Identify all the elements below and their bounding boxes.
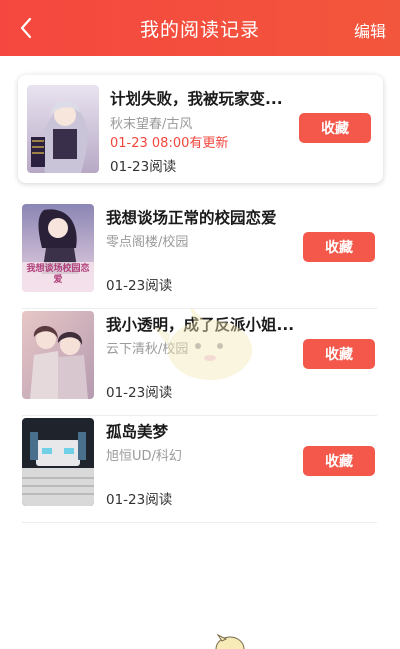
top-bar: 我的阅读记录 编辑 <box>0 0 400 56</box>
book-cover[interactable]: 我想谈场校园恋爱 <box>22 204 94 292</box>
mascot-icon <box>215 633 245 649</box>
read-date: 01-23阅读 <box>110 159 177 175</box>
favorite-button[interactable]: 收藏 <box>303 446 375 476</box>
book-title[interactable]: 我想谈场正常的校园恋爱 <box>106 206 277 228</box>
book-cover[interactable] <box>22 418 94 506</box>
page-title: 我的阅读记录 <box>139 19 260 41</box>
book-row[interactable]: 我想谈场校园恋爱 我想谈场正常的校园恋爱 零点阁楼/校园 01-23阅读 收藏 <box>22 202 377 309</box>
edit-button[interactable]: 编辑 <box>354 18 386 42</box>
book-cover[interactable] <box>22 311 94 399</box>
favorite-button[interactable]: 收藏 <box>299 113 371 143</box>
cover-title-text: 我想谈场校园恋爱 <box>26 264 90 285</box>
read-date: 01-23阅读 <box>106 492 173 508</box>
cover-illustration <box>27 85 99 173</box>
book-author-genre: 秋末望春/古风 <box>110 117 193 132</box>
book-cover[interactable] <box>27 85 99 173</box>
favorite-button[interactable]: 收藏 <box>303 339 375 369</box>
book-row[interactable]: 孤岛美梦 旭恒UD/科幻 01-23阅读 收藏 <box>22 416 377 523</box>
read-date: 01-23阅读 <box>106 278 173 294</box>
book-author-genre: 零点阁楼/校园 <box>106 235 189 250</box>
favorite-button[interactable]: 收藏 <box>303 232 375 262</box>
book-card-highlighted[interactable]: 计划失败，我被玩家变... 秋末望春/古风 01-23 08:00有更新 01-… <box>18 75 383 183</box>
mascot-watermark-icon <box>154 306 252 380</box>
book-title[interactable]: 孤岛美梦 <box>106 420 168 442</box>
update-notice: 01-23 08:00有更新 <box>110 136 229 151</box>
cover-illustration <box>22 418 94 506</box>
book-author-genre: 旭恒UD/科幻 <box>106 449 182 464</box>
cover-illustration <box>22 311 94 399</box>
book-title[interactable]: 计划失败，我被玩家变... <box>110 87 283 109</box>
